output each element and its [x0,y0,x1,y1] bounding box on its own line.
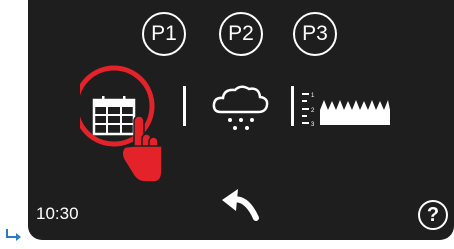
corner-arrow-icon [6,229,21,241]
preset-p1-button[interactable]: P1 [142,12,186,56]
clock-time: 10:30 [36,204,79,223]
level-label: 1 [311,93,315,99]
back-arrow-icon [222,189,259,221]
calendar-icon [92,96,136,136]
back-button[interactable] [218,186,262,222]
sensitivity-levels-icon: 1 2 3 [302,93,390,128]
help-button[interactable]: ? [418,200,448,230]
preset-p2-button[interactable]: P2 [219,12,263,56]
rain-cloud-icon [212,85,269,130]
level-label: 3 [311,122,315,128]
mode-divider [291,86,294,126]
mode-divider [183,86,186,126]
rain-mode-button[interactable] [211,84,271,132]
tap-hand-icon [121,115,163,183]
calendar-mode-button[interactable] [80,62,164,186]
device-screen: P1 P2 P3 1 2 3 10:30 ? [28,0,454,240]
preset-p3-button[interactable]: P3 [293,12,337,56]
level-label: 2 [311,108,315,114]
sensitivity-mode-button[interactable]: 1 2 3 [300,88,392,130]
